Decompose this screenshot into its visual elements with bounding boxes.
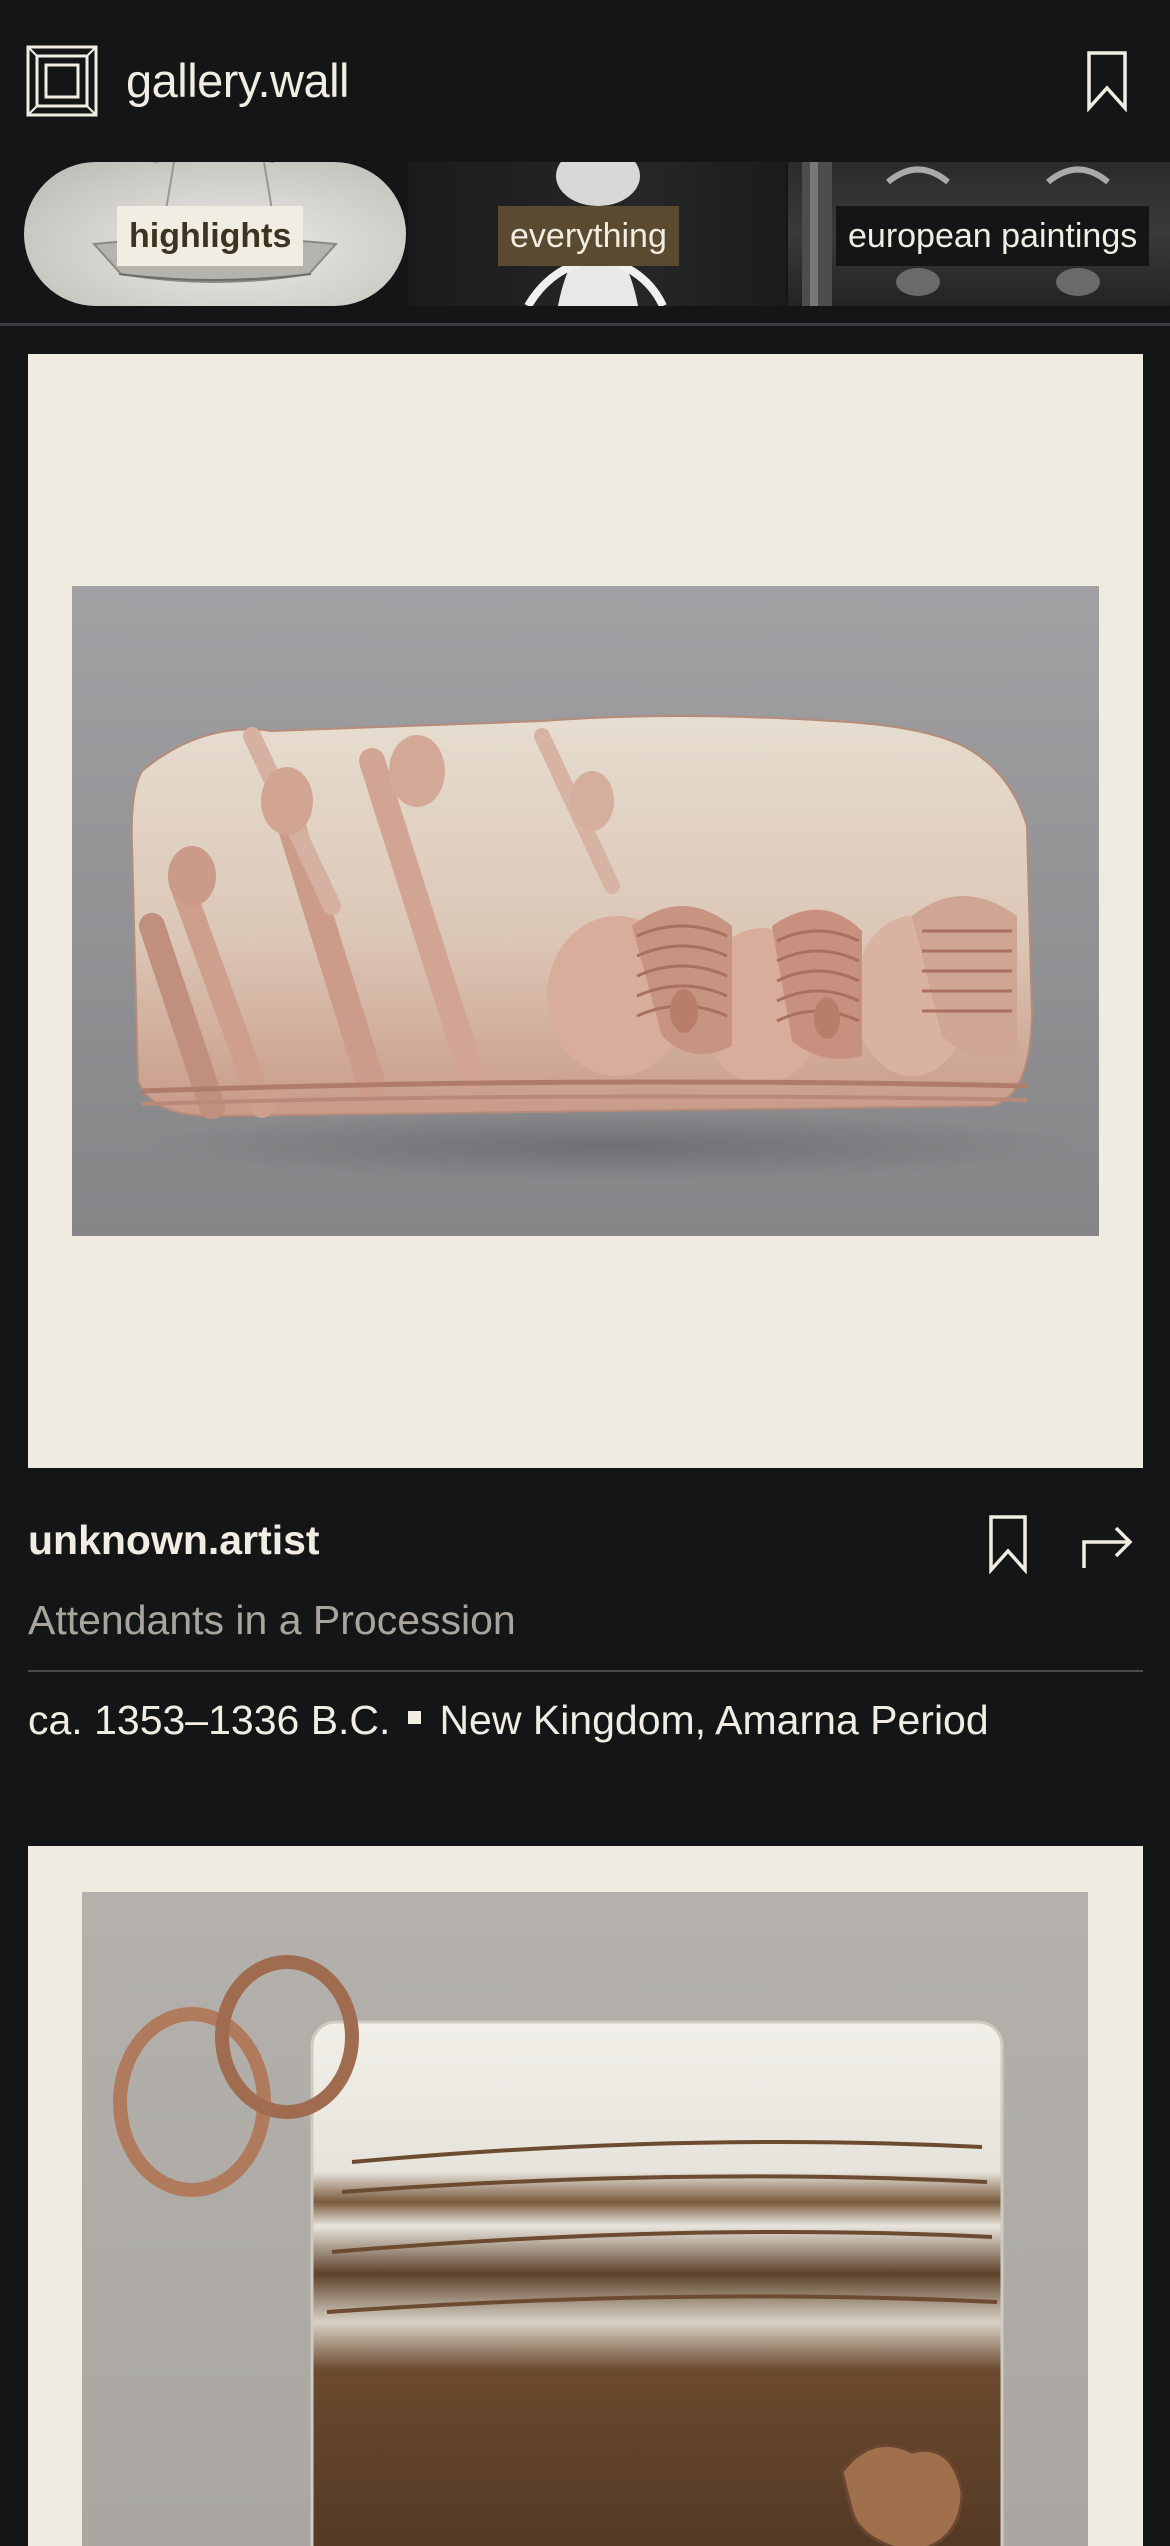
bookmark-icon[interactable]	[1086, 50, 1128, 112]
category-label: everything	[498, 206, 679, 266]
app-header: gallery.wall	[0, 0, 1170, 160]
artwork-meta: ca. 1353–1336 B.C. New Kingdom, Amarna Pe…	[28, 1690, 989, 1750]
artwork-date: ca. 1353–1336 B.C.	[28, 1697, 391, 1743]
artwork-image	[82, 1892, 1088, 2546]
category-everything[interactable]: everything	[408, 162, 786, 306]
agate-pendant-illustration	[113, 1955, 1004, 2546]
category-highlights[interactable]: highlights	[24, 162, 406, 306]
separator-square	[408, 1711, 422, 1724]
artwork-image	[72, 586, 1099, 1236]
category-strip: highlights everything european paintings	[0, 160, 1170, 308]
category-european-paintings[interactable]: european paintings	[788, 162, 1170, 306]
artwork-title: Attendants in a Procession	[28, 1597, 516, 1643]
artwork-frame[interactable]	[28, 354, 1143, 1468]
artwork-frame[interactable]	[28, 1846, 1143, 2546]
divider	[28, 1670, 1143, 1672]
share-arrow-icon[interactable]	[1080, 1516, 1134, 1570]
divider	[0, 323, 1170, 326]
artwork-period: New Kingdom, Amarna Period	[439, 1697, 989, 1743]
relief-illustration	[130, 715, 1082, 1181]
category-label: european paintings	[836, 206, 1150, 266]
app-title: gallery.wall	[126, 54, 350, 107]
category-label: highlights	[117, 206, 304, 266]
frame-logo-icon	[26, 45, 98, 117]
bookmark-icon[interactable]	[988, 1514, 1028, 1574]
artist-name[interactable]: unknown.artist	[28, 1510, 320, 1570]
